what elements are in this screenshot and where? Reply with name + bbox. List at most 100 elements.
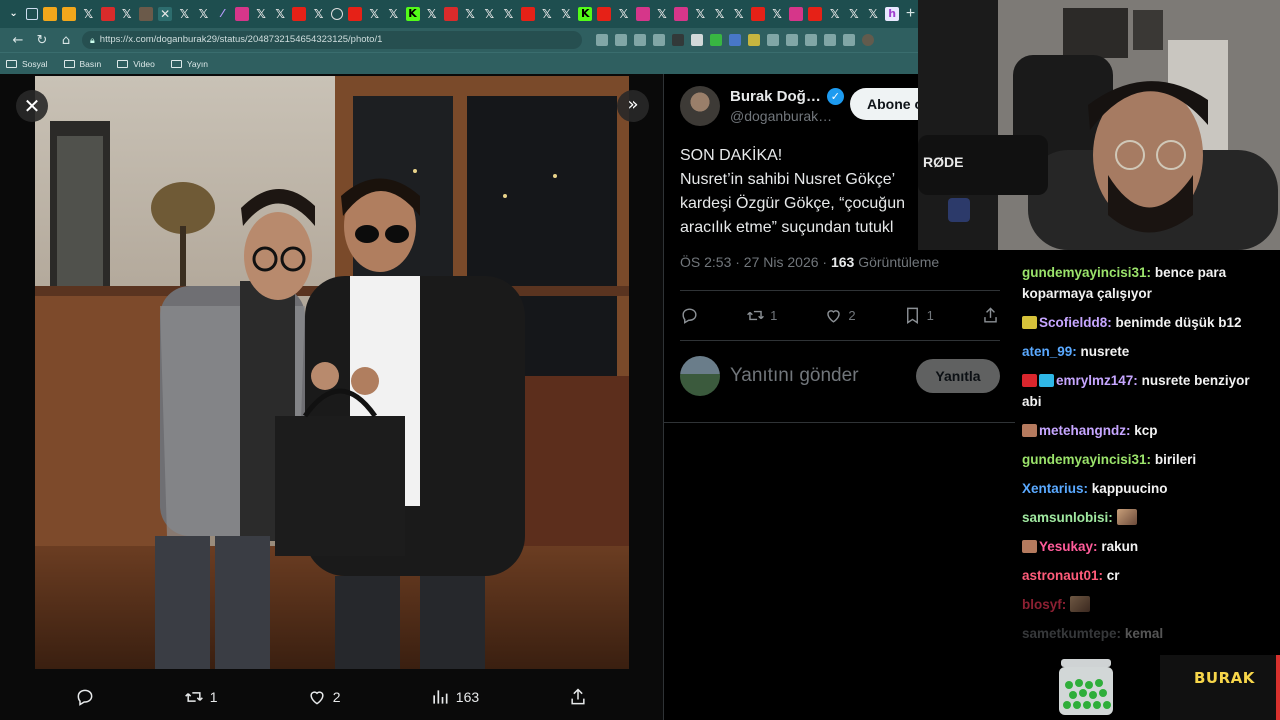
expand-panel-button[interactable]: » [617, 90, 649, 122]
app-icon[interactable] [596, 34, 608, 46]
youtube-icon[interactable] [520, 7, 535, 21]
like-button[interactable]: 2 [307, 687, 341, 707]
extension-icon[interactable] [767, 34, 779, 46]
chat-username[interactable]: aten_99: [1022, 344, 1077, 359]
globe-icon[interactable] [330, 8, 343, 20]
instagram-icon[interactable] [635, 7, 650, 21]
bookmark-folder[interactable]: Sosyal [6, 59, 48, 69]
x-logo-icon[interactable]: 𝕏 [120, 7, 134, 21]
instagram-icon[interactable] [234, 7, 249, 21]
x-logo-icon[interactable]: 𝕏 [540, 7, 554, 21]
x-logo-icon[interactable]: 𝕏 [482, 7, 496, 21]
tab-favicon-icon[interactable] [138, 7, 153, 21]
tab-favicon-icon[interactable] [443, 7, 458, 21]
chat-username[interactable]: emrylmz147: [1056, 373, 1138, 388]
x-logo-icon[interactable]: 𝕏 [559, 7, 573, 21]
retweet-button[interactable]: 1 [184, 687, 218, 707]
extension-icon[interactable] [672, 34, 684, 46]
extension-icon[interactable] [729, 34, 741, 46]
reply-button[interactable] [75, 687, 95, 707]
kick-icon[interactable]: K [578, 7, 593, 21]
author-handle[interactable]: @doganburak… [730, 108, 844, 124]
x-logo-icon[interactable]: 𝕏 [273, 7, 287, 21]
home-icon[interactable]: ⌂ [54, 33, 78, 48]
chat-username[interactable]: gundemyayincisi31: [1022, 265, 1151, 280]
collections-icon[interactable] [843, 34, 855, 46]
workspaces-icon[interactable] [25, 8, 38, 20]
share-button[interactable] [568, 687, 588, 707]
profile-avatar-icon[interactable] [862, 34, 874, 46]
x-logo-icon[interactable]: 𝕏 [367, 7, 381, 21]
chat-username[interactable]: gundemyayincisi31: [1022, 452, 1151, 467]
chat-username[interactable]: Scofieldd8: [1039, 315, 1112, 330]
favorites-icon[interactable] [805, 34, 817, 46]
x-logo-icon[interactable]: 𝕏 [425, 7, 439, 21]
x-logo-icon[interactable]: 𝕏 [501, 7, 515, 21]
chat-username[interactable]: samsunlobisi: [1022, 510, 1113, 525]
tab-favicon-icon[interactable]: ⁄ [216, 7, 230, 21]
x-logo-icon[interactable]: 𝕏 [196, 7, 210, 21]
chat-username[interactable]: blosyf: [1022, 597, 1066, 612]
avatar[interactable] [680, 86, 720, 126]
chat-username[interactable]: Xentarius: [1022, 481, 1088, 496]
x-logo-icon[interactable]: 𝕏 [713, 7, 727, 21]
youtube-icon[interactable] [750, 7, 765, 21]
reply-submit-button[interactable]: Yanıtla [916, 359, 1000, 393]
tweet-author[interactable]: Burak Doğ… ✓ @doganburak… [680, 86, 844, 126]
extension-icon[interactable] [691, 34, 703, 46]
kick-icon[interactable]: K [405, 7, 420, 21]
chat-username[interactable]: metehangndz: [1039, 423, 1131, 438]
read-aloud-icon[interactable] [634, 34, 646, 46]
x-logo-icon[interactable]: 𝕏 [847, 7, 861, 21]
x-logo-icon[interactable]: 𝕏 [828, 7, 842, 21]
url-field[interactable]: 🔒︎ https://x.com/doganburak29/status/204… [82, 31, 582, 49]
tweet-reply-button[interactable] [680, 306, 699, 325]
x-logo-icon[interactable]: 𝕏 [81, 7, 95, 21]
extension-icon[interactable] [748, 34, 760, 46]
chat-username[interactable]: astronaut01: [1022, 568, 1103, 583]
x-logo-icon[interactable]: 𝕏 [312, 7, 326, 21]
split-screen-icon[interactable] [786, 34, 798, 46]
x-logo-icon[interactable]: 𝕏 [866, 7, 880, 21]
x-logo-icon[interactable]: 𝕏 [617, 7, 631, 21]
tab-favicon-icon[interactable]: h [885, 7, 900, 21]
x-logo-icon[interactable]: 𝕏 [463, 7, 477, 21]
x-logo-icon[interactable]: 𝕏 [177, 7, 191, 21]
youtube-icon[interactable] [808, 7, 823, 21]
tweet-bookmark-button[interactable]: 1 [903, 306, 934, 325]
youtube-icon[interactable] [292, 7, 307, 21]
instagram-icon[interactable] [674, 7, 689, 21]
tweet-like-button[interactable]: 2 [824, 306, 856, 325]
x-logo-icon[interactable]: 𝕏 [770, 7, 784, 21]
bookmark-folder[interactable]: Yayın [170, 59, 208, 69]
favorite-star-icon[interactable] [653, 34, 665, 46]
back-icon[interactable]: ← [6, 33, 30, 48]
x-logo-icon[interactable]: 𝕏 [386, 7, 400, 21]
reload-icon[interactable]: ↻ [30, 33, 54, 48]
x-logo-icon[interactable]: 𝕏 [732, 7, 746, 21]
youtube-icon[interactable] [347, 7, 362, 21]
tab-favicon-icon[interactable] [100, 7, 115, 21]
tweet-timestamp[interactable]: ÖS 2:53 · 27 Nis 2026 · [680, 254, 831, 270]
tab-favicon-icon[interactable] [62, 7, 77, 21]
chat-username[interactable]: sametkumtepe: [1022, 626, 1121, 641]
x-logo-icon[interactable]: 𝕏 [655, 7, 669, 21]
chat-username[interactable]: Yesukay: [1039, 539, 1098, 554]
x-logo-icon[interactable]: 𝕏 [254, 7, 268, 21]
close-button[interactable]: ✕ [16, 90, 48, 122]
tweet-retweet-button[interactable]: 1 [746, 306, 777, 325]
x-logo-icon[interactable]: 𝕏 [693, 7, 707, 21]
tweet-share-button[interactable] [981, 306, 1000, 325]
instagram-icon[interactable] [789, 7, 804, 21]
reply-input[interactable]: Yanıtını gönder [730, 365, 916, 387]
browser-essentials-icon[interactable] [824, 34, 836, 46]
tab-favicon-icon[interactable] [42, 7, 57, 21]
extension-icon[interactable] [710, 34, 722, 46]
bookmark-folder[interactable]: Video [117, 59, 155, 69]
youtube-icon[interactable] [597, 7, 612, 21]
zoom-icon[interactable] [615, 34, 627, 46]
active-tab-close-icon[interactable]: ✕ [158, 7, 173, 21]
views-button[interactable]: 163 [430, 687, 479, 707]
bookmark-folder[interactable]: Basın [63, 59, 101, 69]
tweet-photo[interactable] [35, 76, 629, 669]
